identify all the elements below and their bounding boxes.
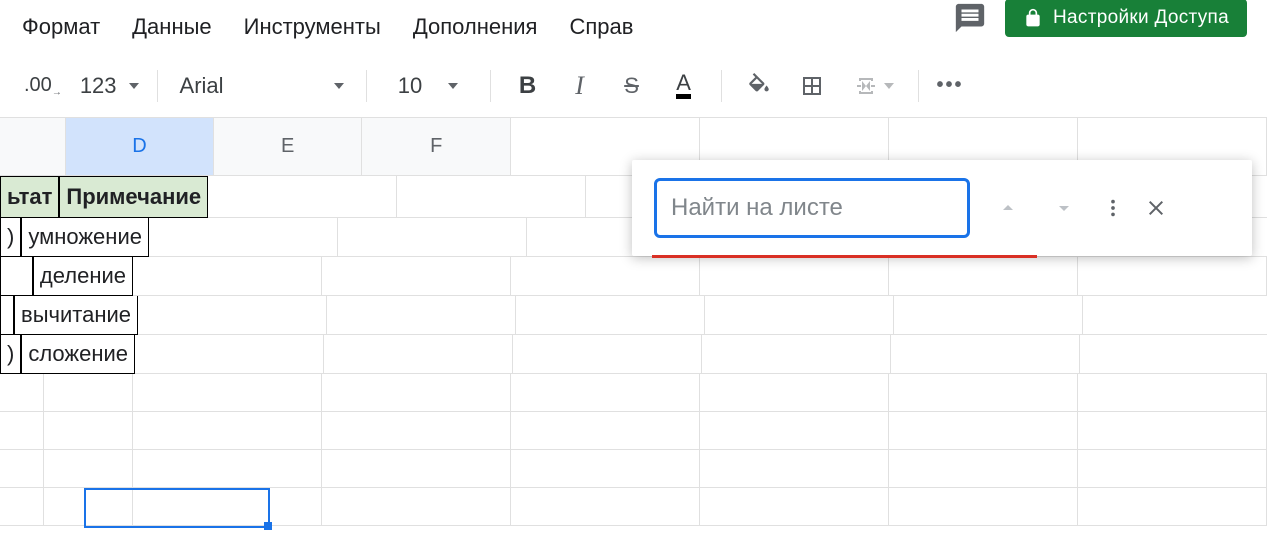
cell-header-d[interactable]: Примечание — [59, 176, 208, 218]
table-row: вычитание — [0, 296, 1267, 335]
decrease-decimal-button[interactable]: .00 → — [14, 68, 66, 104]
font-size-value: 10 — [398, 73, 422, 99]
cell[interactable]: ) — [0, 218, 21, 257]
cell[interactable]: сложение — [21, 335, 135, 374]
font-name: Arial — [180, 73, 224, 99]
cell[interactable]: деление — [33, 257, 133, 296]
find-close-button[interactable] — [1144, 196, 1168, 220]
chevron-down-icon — [884, 83, 894, 89]
cell[interactable] — [0, 257, 33, 296]
cell[interactable]: умножение — [21, 218, 149, 257]
col-header-e[interactable]: E — [214, 118, 363, 175]
find-prev-button[interactable] — [990, 190, 1026, 226]
table-row — [0, 488, 1267, 526]
chevron-down-icon — [334, 83, 344, 89]
cell-header-c[interactable]: ьтат — [0, 176, 59, 218]
table-row — [0, 412, 1267, 450]
comments-icon[interactable] — [953, 1, 987, 35]
annotation-underline — [652, 255, 1037, 259]
menu-tools[interactable]: Инструменты — [230, 6, 395, 48]
col-header-f[interactable]: F — [362, 118, 511, 175]
share-label: Настройки Доступа — [1053, 7, 1229, 29]
font-size-selector[interactable]: 10 — [381, 73, 476, 99]
col-header-c[interactable] — [0, 118, 66, 175]
table-row — [0, 450, 1267, 488]
cell[interactable]: вычитание — [14, 296, 138, 335]
strikethrough-button[interactable]: S — [617, 68, 647, 104]
text-color-button[interactable]: A — [669, 68, 699, 104]
fill-color-button[interactable] — [742, 68, 776, 104]
number-format-button[interactable]: 123 — [70, 68, 143, 104]
chevron-down-icon — [448, 83, 458, 89]
table-row — [0, 374, 1267, 412]
bold-button[interactable]: B — [513, 68, 543, 104]
borders-button[interactable] — [796, 68, 828, 104]
find-input[interactable] — [654, 178, 970, 238]
share-button[interactable]: Настройки Доступа — [1005, 0, 1247, 37]
toolbar: .00 → 123 Arial 10 B I S A — [0, 54, 1267, 118]
menu-help[interactable]: Справ — [555, 6, 647, 48]
lock-icon — [1023, 8, 1043, 28]
menu-addons[interactable]: Дополнения — [399, 6, 552, 48]
italic-button[interactable]: I — [565, 68, 595, 104]
col-header-d[interactable]: D — [66, 118, 214, 175]
find-next-button[interactable] — [1046, 190, 1082, 226]
chevron-down-icon — [129, 83, 139, 89]
find-bar — [632, 160, 1252, 256]
cell[interactable] — [0, 296, 14, 335]
cell[interactable]: ) — [0, 335, 21, 374]
more-button[interactable]: ••• — [933, 68, 968, 104]
table-row: ) сложение — [0, 335, 1267, 374]
menu-format[interactable]: Формат — [8, 6, 114, 48]
menu-data[interactable]: Данные — [118, 6, 225, 48]
find-options-button[interactable] — [1102, 197, 1124, 219]
font-selector[interactable]: Arial — [172, 73, 352, 99]
table-row: деление — [0, 257, 1267, 296]
merge-cells-button[interactable] — [848, 68, 898, 104]
